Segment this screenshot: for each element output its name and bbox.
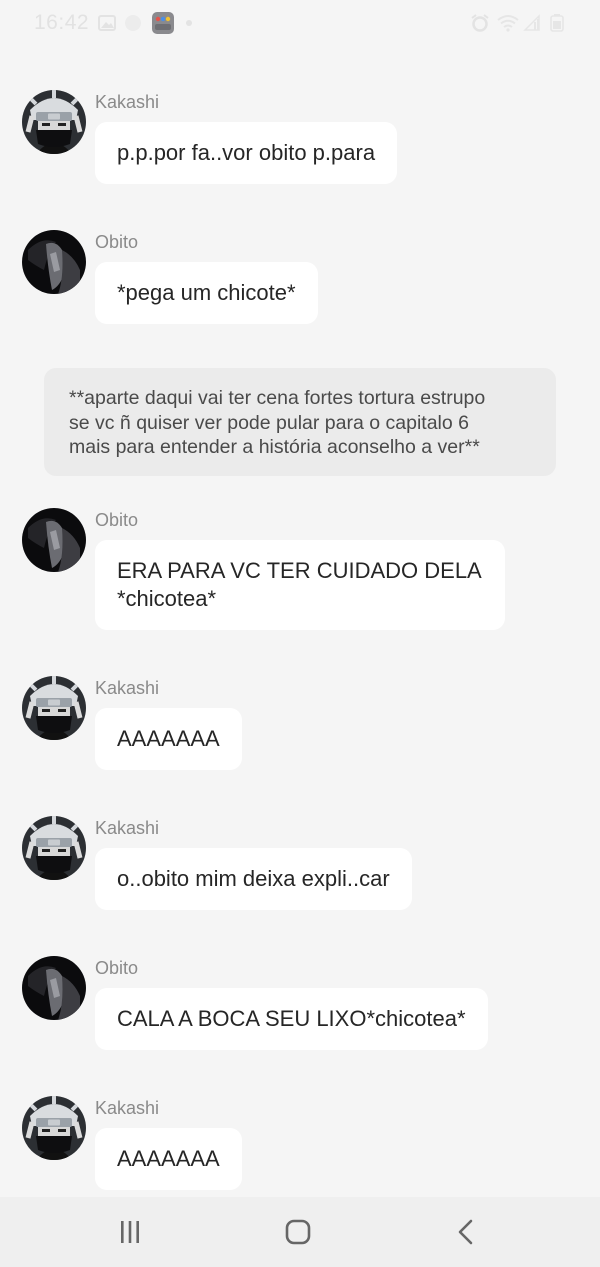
- battery-icon: [550, 14, 564, 32]
- sender-name: Obito: [95, 958, 139, 978]
- sender-name: Kakashi: [95, 1098, 160, 1118]
- sender-name: Kakashi: [95, 818, 160, 838]
- signal-icon: [523, 14, 540, 31]
- obito-avatar[interactable]: [22, 956, 86, 1020]
- back-icon[interactable]: [446, 1215, 486, 1249]
- sender-name: Kakashi: [95, 678, 160, 698]
- obito-avatar[interactable]: [22, 230, 86, 294]
- obito-avatar[interactable]: [22, 508, 86, 572]
- status-time: 16:42: [34, 11, 90, 34]
- circle-notification-icon: [125, 15, 141, 31]
- kakashi-avatar[interactable]: [22, 676, 86, 740]
- home-icon[interactable]: [278, 1215, 318, 1249]
- kakashi-avatar-image: [22, 676, 86, 740]
- kakashi-avatar[interactable]: [22, 816, 86, 880]
- message-bubble[interactable]: p.p.por fa..vor obito p.para: [95, 122, 398, 184]
- navigation-bar: [0, 1197, 600, 1267]
- message-bubble[interactable]: AAAAAAA: [95, 708, 242, 770]
- message-bubble[interactable]: CALA A BOCA SEU LIXO*chicotea*: [95, 988, 488, 1050]
- app-notification-icon: [152, 12, 174, 34]
- message-bubble[interactable]: AAAAAAA: [95, 1128, 242, 1190]
- kakashi-avatar[interactable]: [22, 90, 86, 154]
- recent-apps-icon[interactable]: [110, 1215, 150, 1249]
- obito-avatar-image: [22, 956, 86, 1020]
- kakashi-avatar-image: [22, 90, 86, 154]
- message-bubble[interactable]: ERA PARA VC TER CUIDADO DELA *chicotea*: [95, 540, 505, 630]
- narration-bubble[interactable]: **aparte daqui vai ter cena fortes tortu…: [44, 368, 556, 476]
- message-bubble[interactable]: o..obito mim deixa expli..car: [95, 848, 412, 910]
- gallery-icon: [98, 15, 116, 31]
- kakashi-avatar[interactable]: [22, 1096, 86, 1160]
- wifi-icon: [497, 15, 519, 32]
- sender-name: Obito: [95, 510, 139, 530]
- status-bar: 16:42: [0, 0, 600, 46]
- dot-icon: [186, 20, 192, 26]
- kakashi-avatar-image: [22, 1096, 86, 1160]
- sender-name: Kakashi: [95, 92, 160, 112]
- obito-avatar-image: [22, 230, 86, 294]
- kakashi-avatar-image: [22, 816, 86, 880]
- alarm-icon: [471, 14, 489, 32]
- message-bubble[interactable]: *pega um chicote*: [95, 262, 318, 324]
- obito-avatar-image: [22, 508, 86, 572]
- sender-name: Obito: [95, 232, 139, 252]
